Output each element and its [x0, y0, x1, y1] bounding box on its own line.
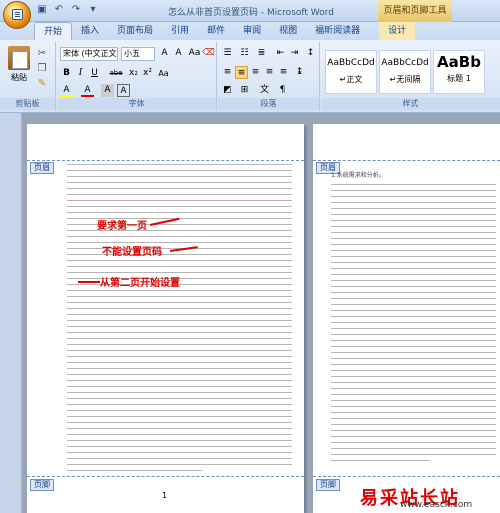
paste-label: 粘贴	[11, 73, 27, 82]
shrink-font-icon[interactable]: A	[172, 47, 185, 60]
align-center-icon[interactable]: ≡	[235, 66, 248, 79]
tab-page-layout[interactable]: 页面布局	[108, 22, 162, 40]
strikethrough-button[interactable]: abe	[107, 67, 125, 80]
align-right-icon[interactable]: ≡	[249, 66, 262, 79]
sort-icon[interactable]: ↕	[304, 47, 317, 60]
style-no-spacing[interactable]: AaBbCcDd ↵无间隔	[379, 50, 431, 94]
format-painter-icon[interactable]: ✎	[36, 78, 48, 90]
decrease-indent-icon[interactable]: ⇤	[274, 47, 287, 60]
clipboard-group: 粘贴 ✂ ❐ ✎ 剪贴板	[0, 42, 56, 110]
grow-font-icon[interactable]: A	[158, 47, 171, 60]
page1-header-tag: 页眉	[30, 162, 54, 174]
font-size-combo[interactable]: 小五	[121, 47, 155, 61]
bold-button[interactable]: B	[60, 67, 73, 80]
tab-references[interactable]: 引用	[162, 22, 198, 40]
style-heading-1-name: 标题 1	[447, 74, 471, 83]
shading-icon[interactable]: ◩	[221, 84, 234, 97]
page2-footer-boundary	[313, 476, 500, 477]
highlight-button[interactable]: A	[60, 84, 73, 97]
chinese-layout-icon[interactable]: 文	[258, 84, 271, 97]
page2-body-text	[331, 184, 496, 466]
font-group: 宋体 (中文正文) 小五 A A Aa ⌫ B I U abe x₂ x² Aa…	[57, 42, 217, 110]
clipboard-group-label: 剪贴板	[0, 98, 55, 110]
styles-group: AaBbCcDd ↵正文 AaBbCcDd ↵无间隔 AaBb 标题 1 样式	[321, 42, 500, 110]
cut-icon[interactable]: ✂	[36, 48, 48, 60]
contextual-tab-group: 页眉和页脚工具	[378, 0, 452, 22]
undo-icon[interactable]: ↶	[53, 4, 65, 16]
footer-boundary	[27, 476, 304, 477]
paste-icon	[8, 46, 30, 70]
header-boundary	[27, 160, 304, 161]
subscript-button[interactable]: x₂	[127, 67, 140, 80]
page-1[interactable]: 页眉 页脚 1	[27, 124, 304, 513]
tab-foxit-reader[interactable]: 福昕阅读器	[306, 22, 369, 40]
tab-mailings[interactable]: 邮件	[198, 22, 234, 40]
tab-home[interactable]: 开始	[34, 22, 73, 40]
office-logo-icon	[12, 9, 23, 20]
annotation-start-second-page: 从第二页开始设置	[100, 278, 180, 289]
clear-format-icon[interactable]: ⌫	[202, 47, 215, 60]
superscript-button[interactable]: x²	[141, 67, 154, 80]
annotation-arrow-3	[78, 281, 100, 283]
annotation-first-page: 要求第一页	[97, 221, 147, 232]
font-color-button[interactable]: A	[81, 84, 94, 97]
site-watermark-url: www.easck.com	[400, 500, 473, 510]
paste-button[interactable]: 粘贴	[6, 46, 32, 90]
style-normal-name: ↵正文	[339, 75, 363, 84]
bullets-icon[interactable]: ☰	[221, 47, 234, 60]
style-normal-preview: AaBbCcDd	[327, 58, 375, 68]
annotation-no-page-number: 不能设置页码	[102, 247, 162, 258]
page1-number: 1	[162, 491, 168, 500]
borders-icon[interactable]: ⊞	[238, 84, 251, 97]
ribbon-tabs: 开始 插入 页面布局 引用 邮件 审阅 视图 福昕阅读器 设计	[0, 22, 500, 40]
font-group-label: 字体	[57, 98, 216, 110]
window-title: 怎么从非首页设置页码 - Microsoft Word	[168, 8, 334, 18]
styles-group-label: 样式	[321, 98, 500, 110]
title-bar: ▣ ↶ ↷ ▾ 怎么从非首页设置页码 - Microsoft Word 页眉和页…	[0, 0, 500, 29]
align-left-icon[interactable]: ≡	[221, 66, 234, 79]
tab-insert[interactable]: 插入	[72, 22, 108, 40]
qat-customize-icon[interactable]: ▾	[87, 4, 99, 16]
save-icon[interactable]: ▣	[36, 4, 48, 16]
justify-icon[interactable]: ≡	[263, 66, 276, 79]
copy-icon[interactable]: ❐	[36, 63, 48, 75]
office-button[interactable]	[3, 1, 31, 29]
show-marks-icon[interactable]: ¶	[276, 84, 289, 97]
style-heading-1[interactable]: AaBb 标题 1	[433, 50, 485, 94]
page-2[interactable]: 页眉 1.系统需求和分析。 页脚	[313, 124, 500, 513]
font-name-combo[interactable]: 宋体 (中文正文)	[60, 47, 118, 61]
tab-view[interactable]: 视图	[270, 22, 306, 40]
ribbon: 粘贴 ✂ ❐ ✎ 剪贴板 宋体 (中文正文) 小五 A A Aa ⌫ B I U…	[0, 40, 500, 113]
char-border-button[interactable]: A	[117, 84, 130, 97]
quick-access-toolbar: ▣ ↶ ↷ ▾	[36, 4, 99, 16]
italic-button[interactable]: I	[74, 67, 87, 80]
char-shading-button[interactable]: A	[101, 84, 114, 97]
tab-review[interactable]: 审阅	[234, 22, 270, 40]
page1-body-text	[67, 164, 292, 476]
change-case-icon[interactable]: Aa	[188, 47, 201, 60]
style-no-spacing-preview: AaBbCcDd	[381, 58, 429, 68]
change-case-button[interactable]: Aa	[157, 67, 170, 80]
style-no-spacing-name: ↵无间隔	[389, 75, 421, 84]
underline-button[interactable]: U	[88, 67, 101, 80]
multilevel-list-icon[interactable]: ≣	[255, 47, 268, 60]
page1-footer-tag: 页脚	[30, 479, 54, 491]
redo-icon[interactable]: ↷	[70, 4, 82, 16]
style-heading-1-preview: AaBb	[437, 53, 481, 71]
page2-header-boundary	[313, 160, 500, 161]
numbering-icon[interactable]: ☷	[238, 47, 251, 60]
page2-heading: 1.系统需求和分析。	[331, 172, 385, 179]
style-normal[interactable]: AaBbCcDd ↵正文	[325, 50, 377, 94]
line-spacing-icon[interactable]: ↨	[293, 66, 306, 79]
tab-design[interactable]: 设计	[379, 22, 416, 40]
paragraph-group: ☰ ☷ ≣ ⇤ ⇥ ↕ ≡ ≡ ≡ ≡ ≡ ↨ ◩ ⊞ 文 ¶ 段落	[218, 42, 320, 110]
vertical-ruler	[0, 113, 22, 513]
distributed-icon[interactable]: ≡	[277, 66, 290, 79]
page2-footer-tag: 页脚	[316, 479, 340, 491]
paragraph-group-label: 段落	[218, 98, 319, 110]
increase-indent-icon[interactable]: ⇥	[288, 47, 301, 60]
